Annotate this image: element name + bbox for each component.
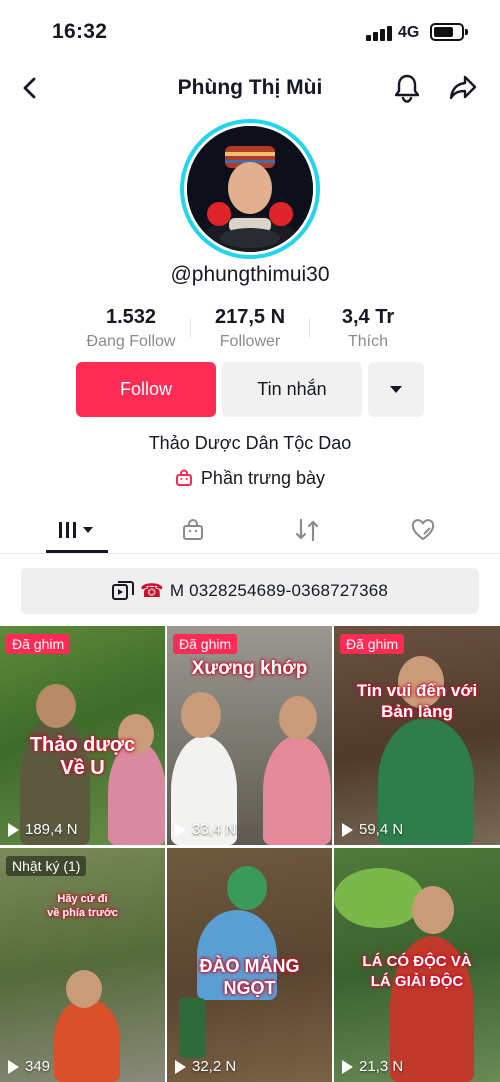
playlist-icon [111,581,134,600]
stat-followers[interactable]: 217,5 N Follower [190,306,310,351]
view-count: 33,4 N [175,821,236,838]
status-time: 16:32 [52,20,108,43]
tab-shop[interactable] [162,508,224,552]
video-thumbnail[interactable]: Nhật ký (1) Hãy cứ đi về phía trước 349 [0,848,165,1082]
play-icon [175,822,186,837]
back-button[interactable] [14,72,46,104]
profile-header: Phùng Thị Mùi [0,62,500,116]
shopping-bag-icon [175,469,192,486]
heart-hidden-icon [411,519,435,541]
video-thumbnail[interactable]: Đã ghim Thảo dược Về U 189,4 N [0,626,165,845]
bell-icon [394,74,420,103]
showcase-label: Phần trưng bày [200,467,326,488]
pinned-badge: Đã ghim [6,634,71,654]
contact-banner[interactable]: ☎ M 0328254689-0368727368 [21,568,479,614]
stat-value: 217,5 N [214,306,286,328]
pinned-badge: Đã ghim [173,634,238,654]
telephone-icon: ☎ [139,580,164,602]
view-count-text: 189,4 N [25,821,78,838]
stat-label: Thích [347,333,388,350]
stat-label: Follower [219,333,281,350]
video-grid: Đã ghim Thảo dược Về U 189,4 N Đã ghim X… [0,626,500,1082]
contact-text: M 0328254689-0368727368 [169,581,389,600]
video-caption: Thảo dược Về U [29,734,136,779]
shop-bag-icon [183,519,203,540]
stat-value: 3,4 Tr [341,306,395,328]
message-button[interactable]: Tin nhắn [222,362,362,417]
signal-icon [366,25,392,41]
view-count: 189,4 N [8,821,78,838]
notification-button[interactable] [390,71,424,105]
repost-icon [295,518,319,542]
view-count: 32,2 N [175,1058,236,1075]
view-count-text: 32,2 N [192,1058,237,1075]
play-icon [342,822,353,837]
avatar-portrait [187,126,313,252]
play-icon [342,1059,353,1074]
back-arrow-icon [23,77,36,99]
active-tab-indicator [46,550,108,553]
video-thumbnail[interactable]: LÁ CÓ ĐỘC VÀ LÁ GIẢI ĐỘC 21,3 N [334,848,500,1082]
content-tabs [0,508,500,554]
share-arrow-icon [449,75,477,100]
tab-liked[interactable] [392,508,454,552]
follow-button[interactable]: Follow [76,362,216,417]
username: @phungthimui30 [170,263,330,286]
more-options-button[interactable] [368,362,424,417]
video-thumbnail[interactable]: Đã ghim Xương khớp 33,4 N [167,626,332,845]
tab-reposts[interactable] [276,508,338,552]
view-count-text: 33,4 N [192,821,237,838]
video-caption: LÁ CÓ ĐỘC VÀ LÁ GIẢI ĐỘC [362,953,472,991]
play-icon [8,1059,19,1074]
pinned-badge: Đã ghim [340,634,405,654]
video-thumbnail[interactable]: ĐÀO MĂNG NGỌT 32,2 N [167,848,332,1082]
view-count-text: 349 [25,1058,51,1075]
stat-value: 1.532 [105,306,157,328]
showcase-link[interactable]: Phần trưng bày [0,465,500,491]
avatar [187,126,313,252]
stat-following[interactable]: 1.532 Đang Follow [71,306,191,351]
stat-label: Đang Follow [86,333,176,350]
video-caption: Xương khớp [191,658,308,679]
tab-videos[interactable] [46,508,108,552]
stat-likes[interactable]: 3,4 Tr Thích [308,306,428,351]
battery-icon [430,23,468,41]
avatar-ring[interactable] [180,119,320,259]
video-caption: Tin vui đến với Bản làng [356,681,478,722]
bio: Thảo Dược Dân Tộc Dao [148,433,352,453]
status-bar: 16:32 4G [0,0,500,62]
video-caption: ĐÀO MĂNG NGỌT [199,956,300,998]
play-icon [175,1059,186,1074]
view-count: 59,4 N [342,821,403,838]
chevron-down-icon [390,386,402,393]
video-thumbnail[interactable]: Đã ghim Tin vui đến với Bản làng 59,4 N [334,626,500,845]
diary-badge: Nhật ký (1) [6,856,87,876]
play-icon [8,822,19,837]
page-title: Phùng Thị Mùi [177,76,323,99]
view-count-text: 21,3 N [359,1058,404,1075]
view-count-text: 59,4 N [359,821,404,838]
share-button[interactable] [446,71,480,105]
profile-stats: 1.532 Đang Follow 217,5 N Follower 3,4 T… [0,306,500,354]
video-caption: Hãy cứ đi về phía trước [47,893,118,920]
network-label: 4G [398,24,420,41]
view-count: 21,3 N [342,1058,403,1075]
grid-icon [59,522,93,538]
view-count: 349 [8,1058,50,1075]
